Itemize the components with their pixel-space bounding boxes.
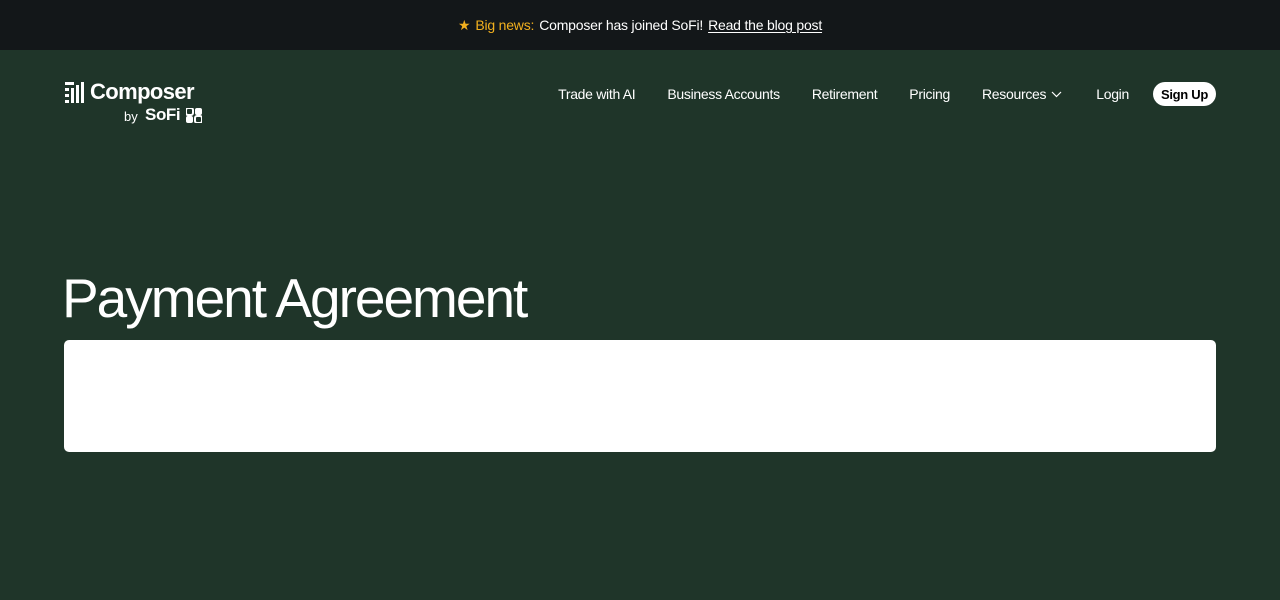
blog-post-link[interactable]: Read the blog post [708, 17, 822, 33]
signup-button[interactable]: Sign Up [1152, 82, 1216, 106]
star-icon: ★ [457, 17, 471, 33]
main-nav: Composer by SoFi Trade with AI Business … [0, 50, 1280, 142]
chevron-down-icon [1051, 91, 1062, 97]
sofi-mark-icon [186, 108, 202, 123]
composer-logo[interactable]: Composer by SoFi [64, 79, 204, 125]
nav-retirement[interactable]: Retirement [812, 86, 878, 102]
nav-trade-with-ai[interactable]: Trade with AI [558, 86, 636, 102]
nav-menu: Trade with AI Business Accounts Retireme… [558, 82, 1216, 106]
announcement-message: Composer has joined SoFi! [539, 17, 704, 33]
announcement-highlight: Big news: [475, 17, 535, 33]
login-link[interactable]: Login [1096, 86, 1129, 102]
nav-resources[interactable]: Resources [982, 86, 1062, 102]
nav-resources-label: Resources [982, 86, 1047, 102]
announcement-bar: ★ Big news: Composer has joined SoFi! Re… [0, 0, 1280, 50]
nav-pricing[interactable]: Pricing [909, 86, 950, 102]
nav-business-accounts[interactable]: Business Accounts [667, 86, 780, 102]
logo-name: Composer [90, 79, 195, 104]
agreement-content-panel [64, 340, 1216, 452]
composer-bars-icon [65, 82, 84, 103]
logo-by: by [124, 109, 138, 124]
page-title: Payment Agreement [62, 267, 528, 329]
logo-partner: SoFi [145, 105, 181, 124]
